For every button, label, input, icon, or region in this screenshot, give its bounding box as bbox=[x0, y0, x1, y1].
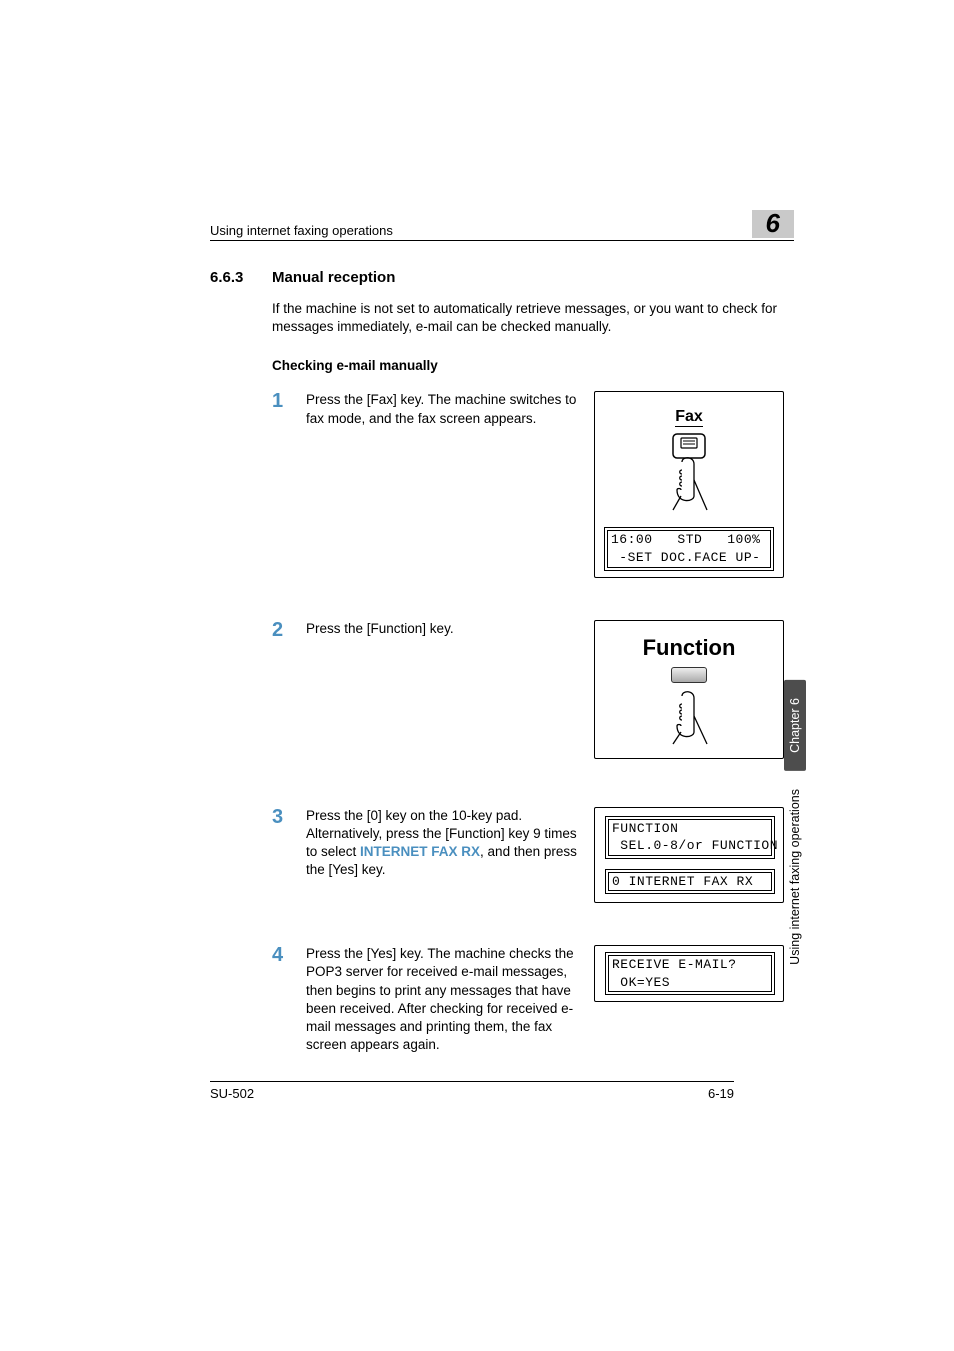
lcd-screen: 16:00 STD 100% -SET DOC.FACE UP- bbox=[604, 527, 774, 570]
lcd-line: SEL.0-8/or FUNCTION bbox=[612, 838, 778, 853]
figure-step1: Fax 16:00 STD 100% -SET D bbox=[594, 391, 794, 577]
lcd-line: FUNCTION bbox=[612, 821, 678, 836]
step-3: 3 Press the [0] key on the 10-key pad. A… bbox=[272, 807, 794, 904]
header-left: Using internet faxing operations bbox=[210, 223, 393, 238]
section-title: Manual reception bbox=[272, 269, 395, 286]
lcd-screen: RECEIVE E-MAIL? OK=YES bbox=[605, 952, 775, 995]
figure-step3: FUNCTION SEL.0-8/or FUNCTION 0 INTERNET … bbox=[594, 807, 794, 904]
lcd-line: 0 INTERNET FAX RX bbox=[612, 874, 753, 889]
lcd-line: OK=YES bbox=[612, 975, 670, 990]
lcd-line: 16:00 STD 100% bbox=[611, 532, 760, 547]
function-key-icon bbox=[671, 667, 707, 683]
section-number: 6.6.3 bbox=[210, 269, 272, 286]
footer-left: SU-502 bbox=[210, 1086, 254, 1101]
step-number: 1 bbox=[272, 391, 306, 411]
step-number: 3 bbox=[272, 807, 306, 827]
side-tab: Chapter 6 Using internet faxing operatio… bbox=[784, 680, 806, 977]
lcd-screen: 0 INTERNET FAX RX bbox=[605, 869, 775, 895]
finger-press-icon bbox=[595, 688, 783, 748]
step-text: Press the [Yes] key. The machine checks … bbox=[306, 945, 594, 1054]
lcd-line: RECEIVE E-MAIL? bbox=[612, 957, 737, 972]
side-caption: Using internet faxing operations bbox=[786, 777, 804, 977]
page-footer: SU-502 6-19 bbox=[210, 1081, 734, 1101]
header-chapter-badge: 6 bbox=[752, 210, 794, 238]
step-text: Press the [Function] key. bbox=[306, 620, 594, 638]
figure-step2: Function bbox=[594, 620, 794, 759]
section-intro: If the machine is not set to automatical… bbox=[272, 300, 794, 336]
step-4: 4 Press the [Yes] key. The machine check… bbox=[272, 945, 794, 1054]
section-heading: 6.6.3 Manual reception bbox=[210, 269, 794, 286]
footer-right: 6-19 bbox=[708, 1086, 734, 1101]
function-label: Function bbox=[595, 635, 783, 661]
chapter-tab: Chapter 6 bbox=[784, 680, 806, 771]
section-subtitle: Checking e-mail manually bbox=[272, 358, 794, 373]
figure-step4: RECEIVE E-MAIL? OK=YES bbox=[594, 945, 794, 1002]
page-header: Using internet faxing operations 6 bbox=[210, 210, 794, 241]
step-text: Press the [Fax] key. The machine switche… bbox=[306, 391, 594, 427]
step-text-highlight: INTERNET FAX RX bbox=[360, 844, 480, 859]
lcd-screen: FUNCTION SEL.0-8/or FUNCTION bbox=[605, 816, 775, 859]
step-2: 2 Press the [Function] key. Function bbox=[272, 620, 794, 759]
lcd-line: -SET DOC.FACE UP- bbox=[611, 550, 760, 565]
step-number: 4 bbox=[272, 945, 306, 965]
step-text: Press the [0] key on the 10-key pad. Alt… bbox=[306, 807, 594, 880]
step-number: 2 bbox=[272, 620, 306, 640]
fax-key-icon bbox=[659, 431, 719, 513]
fax-label: Fax bbox=[675, 408, 703, 427]
step-1: 1 Press the [Fax] key. The machine switc… bbox=[272, 391, 794, 577]
